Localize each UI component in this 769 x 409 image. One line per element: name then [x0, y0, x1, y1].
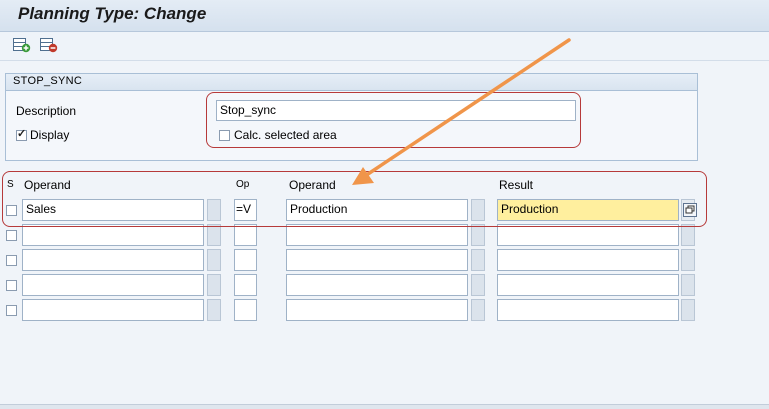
op-cell[interactable]	[234, 224, 257, 246]
operand2-cell[interactable]	[286, 299, 468, 321]
op-cell[interactable]	[234, 274, 257, 296]
operand2-cell[interactable]	[286, 274, 468, 296]
result-cell[interactable]	[497, 299, 679, 321]
checkmark-icon: ✓	[17, 128, 27, 140]
value-help-button[interactable]	[681, 224, 695, 246]
status-bar	[0, 404, 769, 409]
op-cell[interactable]	[234, 249, 257, 271]
operand1-cell[interactable]	[22, 274, 204, 296]
row-select-checkbox[interactable]	[6, 230, 17, 241]
toolbar	[0, 32, 769, 61]
operand2-cell[interactable]	[286, 249, 468, 271]
group-title: STOP_SYNC	[13, 75, 83, 87]
result-cell[interactable]	[497, 224, 679, 246]
result-cell[interactable]	[497, 274, 679, 296]
value-help-button[interactable]	[471, 249, 485, 271]
value-help-button[interactable]	[471, 224, 485, 246]
value-help-button[interactable]	[471, 299, 485, 321]
display-label: Display	[30, 128, 70, 142]
row-select-checkbox[interactable]	[6, 280, 17, 291]
highlight-box-description	[206, 92, 581, 148]
highlight-box-first-row	[2, 171, 707, 227]
value-help-button[interactable]	[207, 274, 221, 296]
page-title: Planning Type: Change	[18, 4, 207, 23]
value-help-button[interactable]	[681, 274, 695, 296]
title-bar: Planning Type: Change	[0, 0, 769, 32]
value-help-button[interactable]	[681, 249, 695, 271]
operand1-cell[interactable]	[22, 299, 204, 321]
result-cell[interactable]	[497, 249, 679, 271]
value-help-button[interactable]	[207, 249, 221, 271]
operand2-cell[interactable]	[286, 224, 468, 246]
value-help-button[interactable]	[471, 274, 485, 296]
delete-row-icon[interactable]	[40, 37, 58, 53]
value-help-button[interactable]	[681, 299, 695, 321]
operand1-cell[interactable]	[22, 249, 204, 271]
op-cell[interactable]	[234, 299, 257, 321]
add-row-icon[interactable]	[13, 37, 31, 53]
row-select-checkbox[interactable]	[6, 305, 17, 316]
description-label: Description	[16, 104, 77, 118]
display-checkbox[interactable]: ✓	[16, 128, 27, 141]
value-help-button[interactable]	[207, 224, 221, 246]
operand1-cell[interactable]	[22, 224, 204, 246]
group-header: STOP_SYNC	[6, 74, 697, 91]
value-help-button[interactable]	[207, 299, 221, 321]
row-select-checkbox[interactable]	[6, 255, 17, 266]
